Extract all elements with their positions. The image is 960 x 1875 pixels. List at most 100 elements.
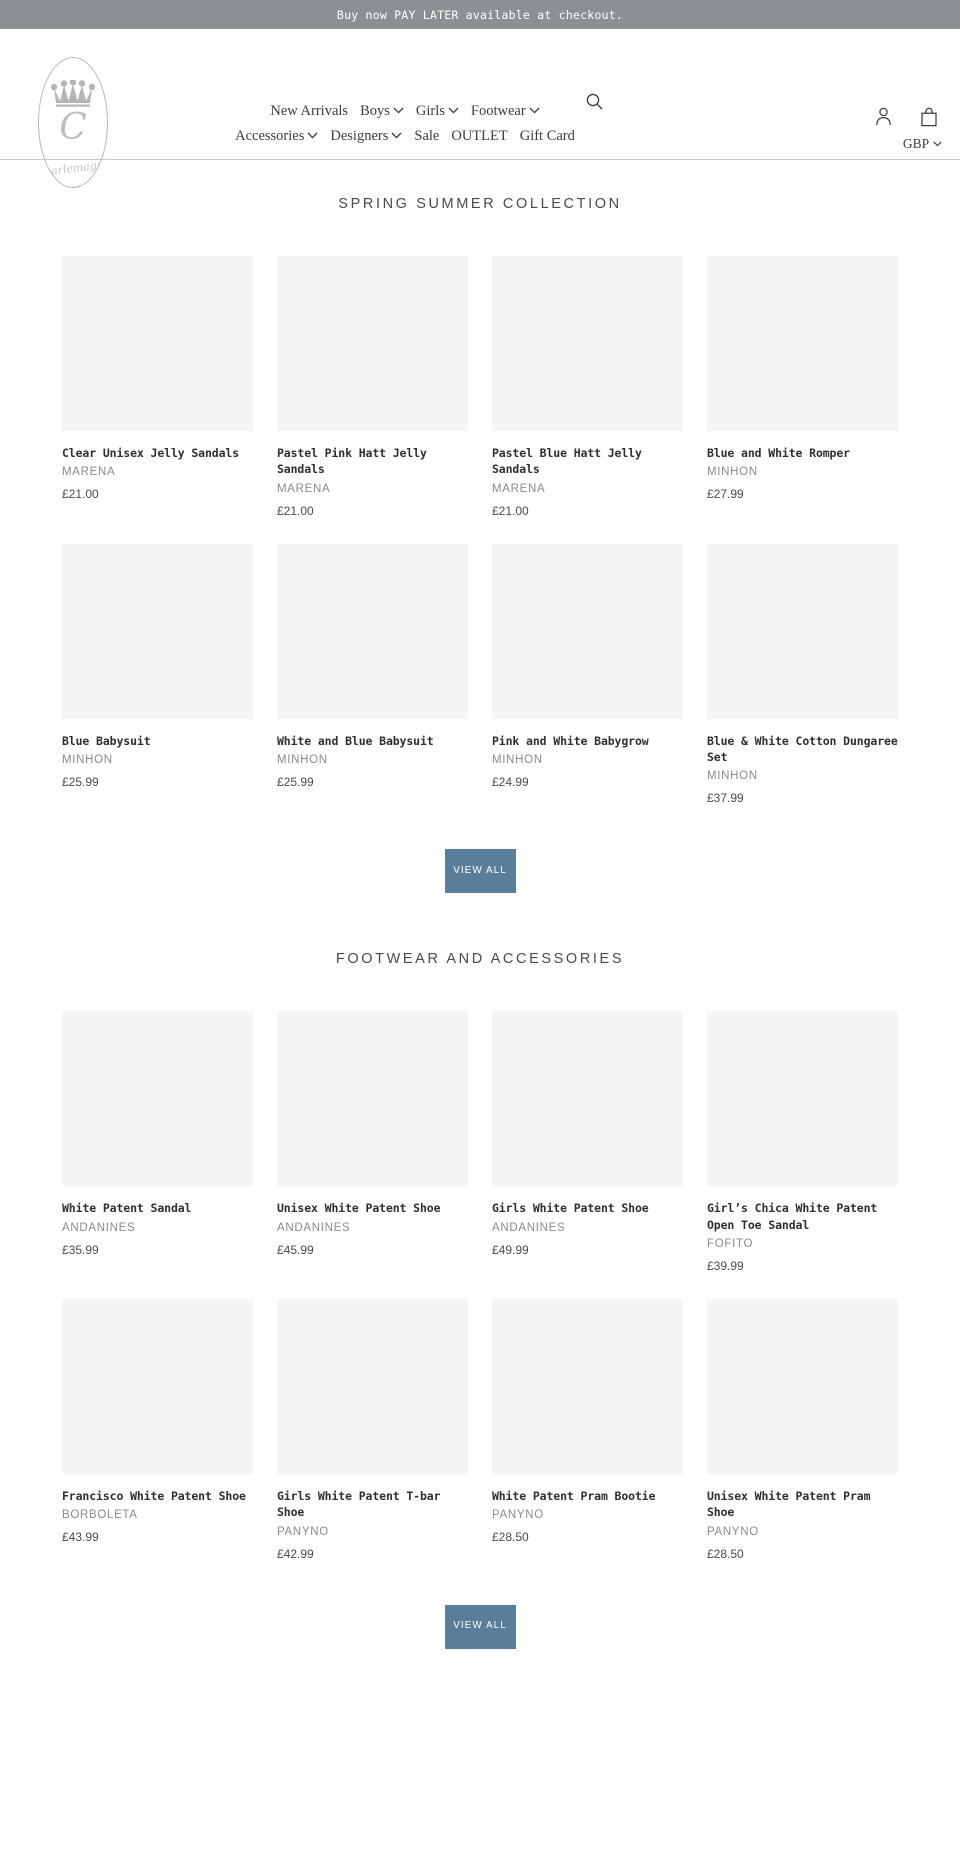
product-card[interactable]: Blue & White Cotton Dungaree Set MINHON … bbox=[707, 543, 898, 806]
product-image bbox=[707, 1298, 898, 1474]
product-card[interactable]: White and Blue Babysuit MINHON £25.99 bbox=[277, 543, 468, 806]
product-price: £21.00 bbox=[277, 503, 314, 518]
product-price: £27.99 bbox=[707, 487, 744, 502]
product-vendor: MINHON bbox=[707, 770, 758, 783]
product-card[interactable]: Pastel Blue Hatt Jelly Sandals MARENA £2… bbox=[492, 256, 683, 518]
product-card[interactable]: Clear Unisex Jelly Sandals MARENA £21.00 bbox=[62, 256, 253, 518]
product-price: £43.99 bbox=[62, 1530, 99, 1545]
product-image bbox=[492, 1298, 683, 1474]
nav-item-gift-card[interactable]: Gift Card bbox=[520, 125, 575, 147]
product-card[interactable]: White Patent Pram Bootie PANYNO £28.50 bbox=[492, 1298, 683, 1561]
product-card[interactable]: Blue and White Romper MINHON £27.99 bbox=[707, 256, 898, 518]
nav-item-boys[interactable]: Boys bbox=[360, 100, 404, 122]
product-image bbox=[707, 1011, 898, 1187]
product-title: Pastel Blue Hatt Jelly Sandals bbox=[492, 446, 642, 477]
announcement-text: Buy now PAY LATER available at checkout. bbox=[336, 7, 624, 22]
product-card[interactable]: Francisco White Patent Shoe BORBOLETA £4… bbox=[62, 1298, 253, 1561]
nav-item-footwear[interactable]: Footwear bbox=[471, 100, 540, 122]
nav-label: Accessories bbox=[235, 127, 305, 144]
search-button[interactable] bbox=[586, 93, 603, 110]
product-image bbox=[277, 1011, 468, 1187]
view-all-container: VIEW ALL bbox=[0, 849, 960, 927]
site-header: C Charlemagne New Arrivals Boys Girls Footw… bbox=[0, 29, 960, 188]
product-price: £25.99 bbox=[277, 774, 314, 789]
main-navigation: New Arrivals Boys Girls Footwear Accessories… bbox=[225, 99, 585, 149]
nav-label: Footwear bbox=[470, 103, 526, 119]
chevron-down-icon bbox=[307, 132, 318, 139]
product-title: Girls White Patent T-bar Shoe bbox=[277, 1488, 441, 1520]
product-image bbox=[707, 256, 898, 431]
announcement-bar: Buy now PAY LATER available at checkout. bbox=[0, 0, 960, 29]
product-image bbox=[62, 1011, 253, 1187]
product-vendor: ANDANINES bbox=[277, 1221, 351, 1234]
product-card[interactable]: Unisex White Patent Pram Shoe PANYNO £28… bbox=[707, 1298, 898, 1561]
product-image bbox=[277, 1298, 468, 1474]
product-image bbox=[492, 1011, 683, 1187]
product-image bbox=[277, 543, 468, 719]
product-image bbox=[492, 543, 683, 719]
nav-item-accessories[interactable]: Accessories bbox=[235, 125, 318, 147]
product-vendor: PANYNO bbox=[707, 1525, 759, 1538]
currency-label: GBP bbox=[902, 136, 929, 151]
product-title: White and Blue Babysuit bbox=[277, 733, 434, 748]
nav-item-girls[interactable]: Girls bbox=[416, 100, 459, 122]
product-image bbox=[62, 1298, 253, 1474]
account-icon bbox=[876, 107, 891, 126]
product-price: £25.99 bbox=[62, 774, 99, 789]
chevron-down-icon bbox=[529, 107, 540, 114]
nav-item-designers[interactable]: Designers bbox=[330, 125, 402, 147]
product-price: £21.00 bbox=[492, 503, 529, 518]
site-logo[interactable]: C Charlemagne bbox=[38, 57, 108, 190]
product-title: Blue & White Cotton Dungaree Set bbox=[707, 733, 898, 764]
product-price: £28.50 bbox=[707, 1546, 744, 1561]
product-card[interactable]: Pastel Pink Hatt Jelly Sandals MARENA £2… bbox=[277, 256, 468, 518]
product-card[interactable]: Girl’s Chica White Patent Open Toe Sanda… bbox=[707, 1011, 898, 1273]
product-title: Francisco White Patent Shoe bbox=[62, 1488, 246, 1503]
product-price: £24.99 bbox=[492, 774, 529, 789]
product-price: £35.99 bbox=[62, 1242, 99, 1257]
view-all-button[interactable]: VIEW ALL bbox=[444, 849, 516, 894]
product-image bbox=[277, 256, 468, 431]
product-price: £37.99 bbox=[707, 791, 744, 806]
product-title: White Patent Sandal bbox=[62, 1201, 192, 1216]
collection-section-footwear-accessories: FOOTWEAR AND ACCESSORIES White Patent Sa… bbox=[0, 927, 960, 1682]
product-vendor: MINHON bbox=[707, 466, 758, 479]
product-vendor: PANYNO bbox=[492, 1509, 544, 1522]
account-button[interactable] bbox=[875, 107, 892, 126]
nav-label: Sale bbox=[414, 127, 440, 144]
view-all-container: VIEW ALL bbox=[0, 1604, 960, 1683]
product-title: Pink and White Babygrow bbox=[492, 733, 649, 748]
section-title: FOOTWEAR AND ACCESSORIES bbox=[335, 951, 625, 968]
product-price: £21.00 bbox=[62, 487, 99, 502]
product-card[interactable]: Girls White Patent Shoe ANDANINES £49.99 bbox=[492, 1011, 683, 1273]
product-price: £28.50 bbox=[492, 1530, 529, 1545]
product-title: Clear Unisex Jelly Sandals bbox=[62, 446, 240, 460]
product-vendor: PANYNO bbox=[277, 1525, 329, 1538]
product-title: White Patent Pram Bootie bbox=[492, 1488, 656, 1503]
cart-button[interactable] bbox=[920, 107, 938, 127]
chevron-down-icon bbox=[448, 107, 459, 114]
product-card[interactable]: White Patent Sandal ANDANINES £35.99 bbox=[62, 1011, 253, 1273]
product-title: Pastel Pink Hatt Jelly Sandals bbox=[277, 446, 427, 477]
product-card[interactable]: Pink and White Babygrow MINHON £24.99 bbox=[492, 543, 683, 806]
product-grid: Clear Unisex Jelly Sandals MARENA £21.00… bbox=[0, 256, 960, 805]
product-card[interactable]: Unisex White Patent Shoe ANDANINES £45.9… bbox=[277, 1011, 468, 1273]
product-vendor: MARENA bbox=[62, 466, 116, 479]
section-title: SPRING SUMMER COLLECTION bbox=[338, 196, 622, 212]
product-vendor: MINHON bbox=[277, 753, 328, 766]
product-card[interactable]: Girls White Patent T-bar Shoe PANYNO £42… bbox=[277, 1298, 468, 1561]
nav-label: OUTLET bbox=[451, 127, 508, 144]
product-vendor: MINHON bbox=[492, 753, 543, 766]
nav-label: Gift Card bbox=[519, 127, 575, 144]
currency-selector[interactable]: GBP bbox=[903, 136, 942, 152]
product-card[interactable]: Blue Babysuit MINHON £25.99 bbox=[62, 543, 253, 806]
nav-item-sale[interactable]: Sale bbox=[414, 125, 439, 147]
view-all-button[interactable]: VIEW ALL bbox=[444, 1604, 516, 1649]
header-actions bbox=[875, 107, 938, 127]
nav-item-outlet[interactable]: OUTLET bbox=[451, 125, 507, 147]
product-title: Girl’s Chica White Patent Open Toe Sanda… bbox=[707, 1201, 878, 1232]
nav-item-new-arrivals[interactable]: New Arrivals bbox=[270, 100, 348, 122]
product-vendor: FOFITO bbox=[707, 1237, 754, 1250]
chevron-down-icon bbox=[391, 132, 402, 139]
shopping-bag-icon bbox=[921, 107, 937, 127]
